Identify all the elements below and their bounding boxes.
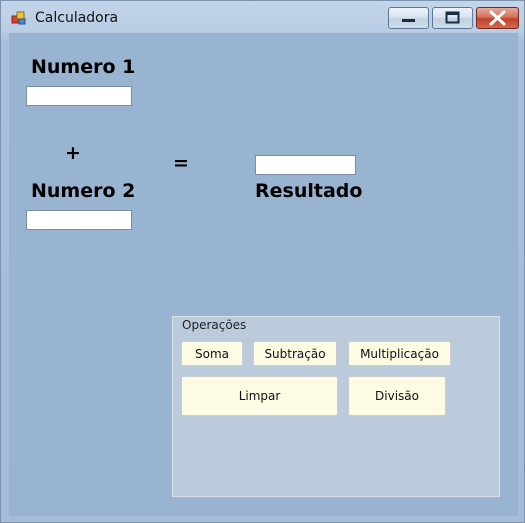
resultado-label: Resultado: [255, 180, 363, 202]
numero2-label: Numero 2: [31, 180, 136, 202]
multiplicacao-button[interactable]: Multiplicação: [348, 341, 451, 366]
close-icon: [477, 10, 518, 32]
numero1-input[interactable]: [26, 86, 132, 106]
equals-sign: =: [173, 152, 189, 174]
title-bar[interactable]: Calculadora: [1, 1, 524, 33]
subtracao-button[interactable]: Subtração: [253, 341, 337, 366]
plus-sign: +: [65, 142, 81, 164]
divisao-button[interactable]: Divisão: [348, 376, 446, 416]
numero2-input[interactable]: [26, 210, 132, 230]
form-client-area: Numero 1 + Numero 2 = Resultado Operaçõe…: [9, 33, 518, 516]
operacoes-legend: Operações: [182, 318, 247, 332]
numero1-label: Numero 1: [31, 56, 136, 78]
soma-button[interactable]: Soma: [181, 341, 243, 366]
limpar-button[interactable]: Limpar: [181, 376, 338, 416]
minimize-icon: [389, 13, 428, 32]
minimize-button[interactable]: [388, 7, 429, 29]
app-icon[interactable]: [11, 10, 27, 26]
window-title: Calculadora: [35, 10, 119, 26]
maximize-icon: [433, 11, 472, 32]
close-button[interactable]: [476, 7, 519, 29]
resultado-input[interactable]: [255, 155, 356, 175]
calculator-window: Calculadora Numero 1 + Numero 2 = Result…: [0, 0, 525, 523]
maximize-button[interactable]: [432, 7, 473, 29]
